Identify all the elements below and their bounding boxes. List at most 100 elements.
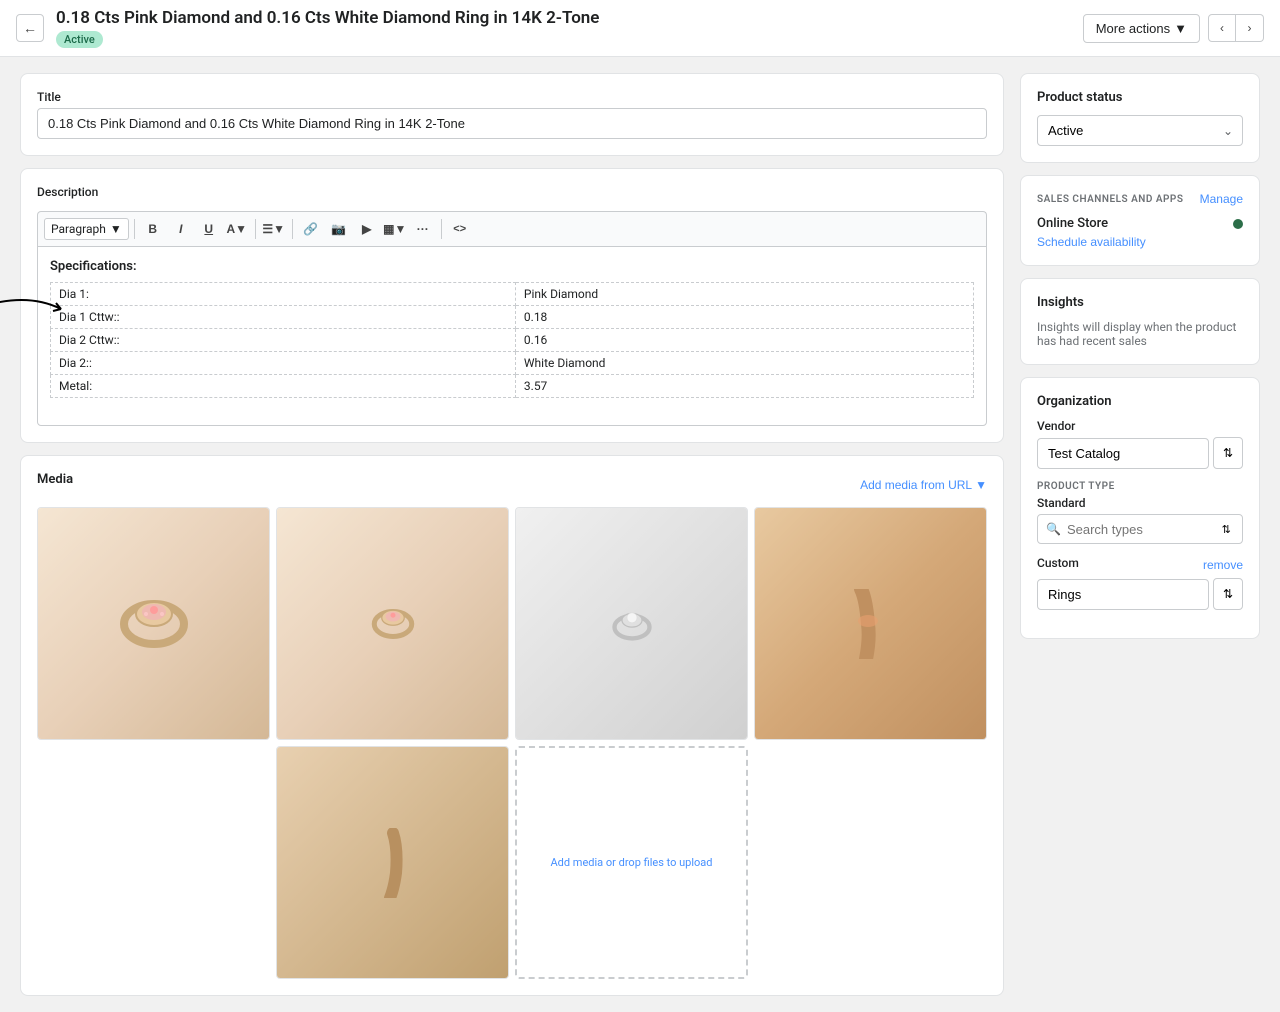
- standard-label: Standard: [1037, 496, 1243, 510]
- media-item-3[interactable]: [515, 507, 748, 740]
- status-badge: Active: [56, 31, 103, 48]
- video-button[interactable]: ▶: [354, 216, 380, 242]
- editor-content[interactable]: Specifications: Dia 1:Pink DiamondDia 1 …: [37, 246, 987, 426]
- product-status-select[interactable]: Active Draft: [1037, 115, 1243, 146]
- product-type-label: PRODUCT TYPE: [1037, 481, 1243, 492]
- image-button[interactable]: 📷: [326, 216, 352, 242]
- ring-3-icon: [607, 599, 657, 649]
- custom-row: Rings ⇅: [1037, 578, 1243, 610]
- toolbar-divider-4: [441, 219, 442, 239]
- spec-value: White Diamond: [515, 352, 973, 375]
- chevron-down-icon: ▼: [110, 222, 122, 236]
- specs-title: Specifications:: [50, 259, 974, 274]
- ring-main-icon: [114, 584, 194, 664]
- sales-channels-card: SALES CHANNELS AND APPS Manage Online St…: [1020, 175, 1260, 266]
- chevron-down-icon: ▼: [1174, 21, 1187, 36]
- arm-2-icon: [368, 828, 418, 898]
- media-grid: Add media or drop files to upload: [37, 507, 987, 979]
- spec-row: Dia 2 Cttw::0.16: [51, 329, 974, 352]
- organization-card: Organization Vendor Test Catalog ⇅ PRODU…: [1020, 377, 1260, 639]
- online-store-label: Online Store: [1037, 216, 1108, 231]
- product-status-card: Product status Active Draft: [1020, 73, 1260, 163]
- manage-button[interactable]: Manage: [1200, 192, 1243, 206]
- nav-arrows: ‹ ›: [1208, 14, 1264, 42]
- search-icon: 🔍: [1046, 522, 1061, 536]
- spec-value: 3.57: [515, 375, 973, 398]
- media-item-4[interactable]: [754, 507, 987, 740]
- vendor-label: Vendor: [1037, 419, 1243, 433]
- custom-header: Custom remove: [1037, 556, 1243, 574]
- media-item-main[interactable]: [37, 507, 270, 740]
- media-card: Media Add media from URL ▼: [20, 455, 1004, 996]
- paragraph-select[interactable]: Paragraph ▼: [44, 218, 129, 240]
- custom-select[interactable]: Rings: [1037, 579, 1209, 610]
- underline-button[interactable]: U: [196, 216, 222, 242]
- custom-label: Custom: [1037, 556, 1079, 570]
- link-button[interactable]: 🔗: [298, 216, 324, 242]
- spec-value: 0.16: [515, 329, 973, 352]
- vendor-select[interactable]: Test Catalog: [1037, 438, 1209, 469]
- remove-custom-button[interactable]: remove: [1203, 558, 1243, 572]
- media-item-2[interactable]: [276, 507, 509, 740]
- search-types-btn[interactable]: ⇅: [1219, 519, 1234, 539]
- spec-key: Metal:: [51, 375, 516, 398]
- more-actions-button[interactable]: More actions ▼: [1083, 14, 1200, 43]
- spec-key: Dia 1:: [51, 283, 516, 306]
- spec-row: Dia 1 Cttw::0.18: [51, 306, 974, 329]
- top-bar: ← 0.18 Cts Pink Diamond and 0.16 Cts Whi…: [0, 0, 1280, 57]
- spec-key: Dia 1 Cttw::: [51, 306, 516, 329]
- page-title-area: 0.18 Cts Pink Diamond and 0.16 Cts White…: [56, 8, 1071, 48]
- font-color-button[interactable]: A▼: [224, 216, 250, 242]
- sidebar-column: Product status Active Draft SALES CHANNE…: [1020, 73, 1260, 639]
- insights-card: Insights Insights will display when the …: [1020, 278, 1260, 365]
- upload-label: Add media or drop files to upload: [551, 856, 713, 869]
- ring-2-icon: [368, 599, 418, 649]
- online-store-row: Online Store: [1037, 216, 1243, 231]
- sales-channels-header: SALES CHANNELS AND APPS Manage: [1037, 192, 1243, 206]
- product-type-section: PRODUCT TYPE Standard 🔍 ⇅: [1037, 481, 1243, 544]
- table-button[interactable]: ▦▼: [382, 216, 408, 242]
- content-area: Title All the attributes will be added a…: [0, 57, 1280, 1012]
- insights-title: Insights: [1037, 295, 1243, 310]
- add-media-button[interactable]: Add media from URL ▼: [860, 478, 987, 492]
- align-button[interactable]: ☰▼: [261, 216, 287, 242]
- back-button[interactable]: ←: [16, 14, 44, 42]
- italic-button[interactable]: I: [168, 216, 194, 242]
- media-title: Media: [37, 472, 73, 487]
- arm-icon: [846, 589, 896, 659]
- spec-value: Pink Diamond: [515, 283, 973, 306]
- bold-button[interactable]: B: [140, 216, 166, 242]
- editor-toolbar: Paragraph ▼ B I U A▼ ☰▼ 🔗 📷 ▶: [37, 211, 987, 246]
- search-types-input[interactable]: [1067, 522, 1213, 537]
- more-button[interactable]: ···: [410, 216, 436, 242]
- main-column: Title All the attributes will be added a…: [20, 73, 1004, 996]
- vendor-row: Test Catalog ⇅: [1037, 437, 1243, 469]
- schedule-availability-button[interactable]: Schedule availability: [1037, 235, 1146, 249]
- source-button[interactable]: <>: [447, 216, 473, 242]
- product-status-select-wrapper: Active Draft: [1037, 115, 1243, 146]
- sales-channels-label: SALES CHANNELS AND APPS: [1037, 194, 1183, 205]
- vendor-select-btn[interactable]: ⇅: [1213, 437, 1243, 469]
- media-item-5[interactable]: [276, 746, 509, 979]
- spec-row: Dia 1:Pink Diamond: [51, 283, 974, 306]
- vendor-section: Vendor Test Catalog ⇅: [1037, 419, 1243, 469]
- spec-value: 0.18: [515, 306, 973, 329]
- description-field-label: Description: [37, 185, 987, 199]
- add-media-drop-zone[interactable]: Add media or drop files to upload: [515, 746, 748, 979]
- custom-section: Custom remove Rings ⇅: [1037, 556, 1243, 610]
- description-card: All the attributes will be added at the …: [20, 168, 1004, 443]
- online-store-status-dot: [1233, 219, 1243, 229]
- toolbar-divider-2: [255, 219, 256, 239]
- title-input[interactable]: [37, 108, 987, 139]
- more-actions-label: More actions: [1096, 21, 1170, 36]
- add-media-label: Add media from URL: [860, 478, 972, 492]
- spec-row: Dia 2::White Diamond: [51, 352, 974, 375]
- page-wrapper: ← 0.18 Cts Pink Diamond and 0.16 Cts Whi…: [0, 0, 1280, 1012]
- title-card: Title: [20, 73, 1004, 156]
- media-header: Media Add media from URL ▼: [37, 472, 987, 497]
- specs-table: Dia 1:Pink DiamondDia 1 Cttw::0.18Dia 2 …: [50, 282, 974, 398]
- nav-next-button[interactable]: ›: [1236, 14, 1264, 42]
- nav-prev-button[interactable]: ‹: [1208, 14, 1236, 42]
- organization-title: Organization: [1037, 394, 1243, 409]
- custom-select-btn[interactable]: ⇅: [1213, 578, 1243, 610]
